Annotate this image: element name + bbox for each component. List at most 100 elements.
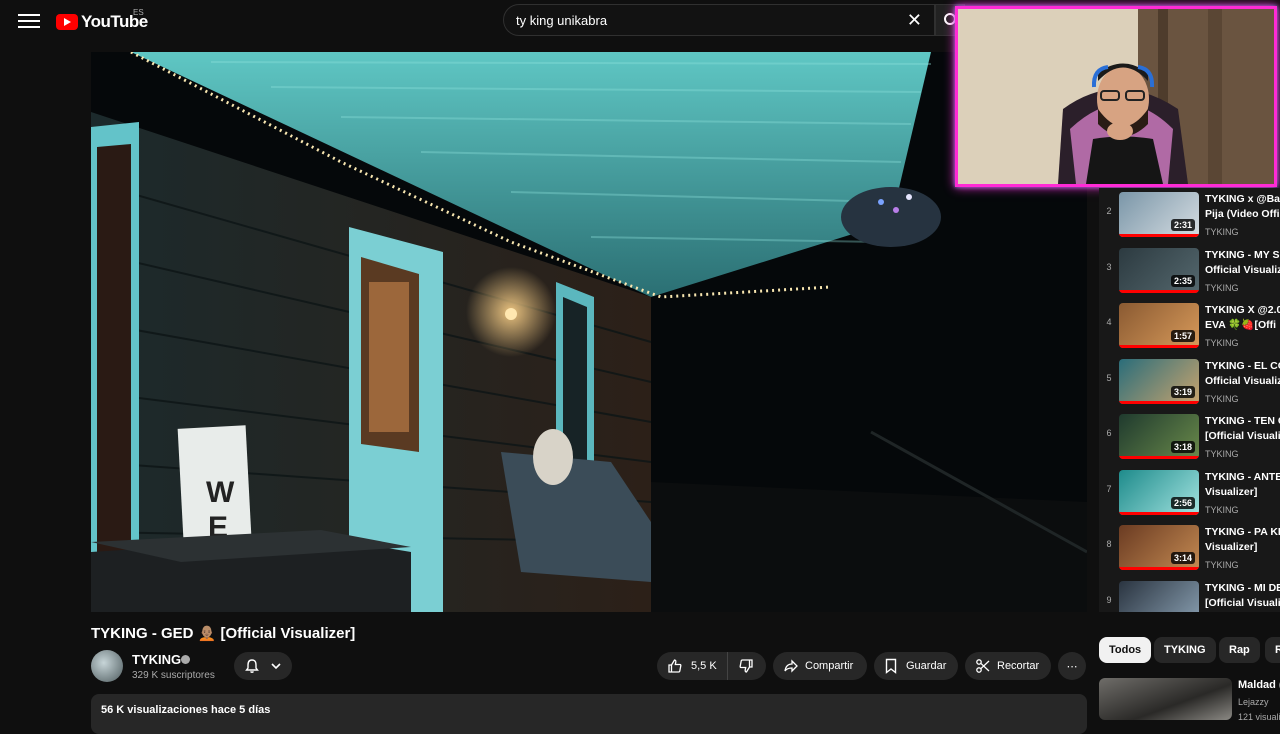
playlist-channel: TYKING [1205,504,1239,515]
country-code: ES [133,8,144,17]
playlist-thumbnail[interactable]: 2:31 [1119,192,1199,237]
playlist-thumbnail[interactable]: 1:57 [1119,303,1199,348]
playlist-panel: 2 2:31 TYKING x @Bal Pija (Video Offi TYKING… [1099,188,1280,612]
watched-progress-bar [1119,511,1199,515]
chip-all[interactable]: Todos [1099,637,1152,663]
playlist-title-line: Official Visualiz [1205,374,1280,387]
playlist-channel: TYKING [1205,449,1239,459]
playlist-thumbnail[interactable]: 2:35 [1119,247,1199,293]
playlist-title[interactable]: TYKING - MI DE [Official Visuali [1205,581,1280,611]
channel-avatar[interactable] [91,650,123,682]
playlist-item[interactable]: 8 3:14 TYKING - PA KE Visualizer] TYKING [1099,521,1280,577]
playlist-title-line: TYKING - EL CO [1205,359,1280,372]
playlist-index: 9 [1106,594,1112,605]
share-button[interactable]: Compartir [773,652,867,680]
playlist-title-line: TYKING - MI DE [1205,581,1280,594]
chip-rap[interactable]: Rap [1219,637,1260,663]
playlist-title-line: TYKING - TEN C [1205,415,1280,427]
playlist-thumbnail[interactable] [1119,580,1199,612]
playlist-title[interactable]: TYKING X @2.0 EVA 🍀🍓[Offi [1205,303,1280,333]
playlist-title-line: [Official Visuali [1205,430,1280,442]
search-box[interactable]: ✕ [503,4,935,36]
playlist-title[interactable]: TYKING - ANTE Visualizer] [1205,470,1280,500]
watched-progress-bar [1119,456,1199,459]
playlist-channel: TYKING [1205,560,1239,570]
playlist-title-line: Official Visualiz [1205,263,1280,276]
bookmark-icon [885,658,897,674]
playlist-thumbnail[interactable]: 3:18 [1119,414,1199,459]
playlist-index: 4 [1106,317,1112,327]
watched-progress-bar [1119,400,1199,404]
streamer-image [958,9,1274,184]
playlist-title-line: EVA 🍀🍓[Offi [1205,319,1277,331]
like-dislike-group: 5,5 K [657,652,766,680]
playlist-item[interactable]: 7 2:56 TYKING - ANTE Visualizer] TYKING [1099,466,1280,522]
playlist-item[interactable]: 6 3:18 TYKING - TEN C [Official Visuali TYKI… [1099,410,1280,466]
duration-badge: 3:14 [1170,552,1195,564]
notification-bell-button[interactable] [234,652,292,680]
clip-label: Recortar [997,660,1040,672]
playlist-channel: TYKING [1205,338,1239,348]
playlist-title[interactable]: TYKING - TEN C [Official Visuali [1205,414,1280,444]
playlist-title[interactable]: TYKING - EL CO Official Visualiz [1205,359,1280,389]
recommended-thumbnail[interactable] [1099,678,1232,720]
chip-next[interactable]: R [1265,637,1280,663]
clip-button[interactable]: Recortar [965,652,1051,680]
like-count: 5,5 K [691,660,717,672]
video-player[interactable]: W E [91,52,1087,612]
sign-text: W [206,476,235,509]
description-box[interactable]: 56 K visualizaciones hace 5 días [91,694,1087,734]
like-button[interactable]: 5,5 K [657,652,728,680]
recommended-title[interactable]: Maldad ( [1238,679,1280,691]
duration-badge: 2:35 [1170,274,1195,287]
playlist-thumbnail[interactable]: 2:56 [1119,469,1199,515]
playlist-title-line: TYKING X @2.0 [1205,304,1280,316]
youtube-logo[interactable]: YouTube ES [56,8,148,34]
watched-progress-bar [1119,234,1199,237]
playlist-item[interactable]: 5 3:19 TYKING - EL CO Official Visualiz TYKI… [1099,355,1280,411]
playlist-index: 3 [1106,261,1112,272]
watched-progress-bar [1119,345,1199,348]
playlist-title[interactable]: TYKING x @Bal Pija (Video Offi [1205,192,1280,222]
duration-badge: 2:31 [1170,219,1195,231]
scissors-icon [976,659,990,673]
channel-name[interactable]: TYKING [132,652,181,667]
dislike-button[interactable] [728,652,764,680]
verified-icon [181,655,190,664]
playlist-item[interactable]: 2 2:31 TYKING x @Bal Pija (Video Offi TYKING [1099,188,1280,244]
recommended-views: 121 visualiza [1238,712,1280,722]
more-actions-button[interactable]: ⋯ [1058,652,1086,680]
playlist-title-line: [Official Visuali [1205,596,1280,609]
watched-progress-bar [1119,567,1199,570]
thumbs-down-icon [739,659,753,673]
clear-search-icon[interactable]: ✕ [907,11,922,29]
playlist-channel: TYKING [1205,393,1239,404]
playlist-title-line: TYKING x @Bal [1205,193,1280,205]
playlist-thumbnail[interactable]: 3:14 [1119,525,1199,570]
playlist-title-line: TYKING - MY S [1205,248,1280,261]
duration-badge: 3:19 [1170,385,1195,398]
webcam-overlay [955,6,1277,187]
playlist-title-line: TYKING - PA KE [1205,526,1280,538]
playlist-title[interactable]: TYKING - PA KE Visualizer] [1205,525,1280,555]
search-input[interactable] [516,12,907,28]
playlist-index: 7 [1106,483,1112,494]
save-label: Guardar [906,660,947,672]
playlist-index: 2 [1106,206,1112,216]
video-title: TYKING - GED 🧑🏽‍🦲 [Official Visualizer] [91,625,356,642]
duration-badge: 2:56 [1170,496,1195,509]
chip-tyking[interactable]: TYKING [1154,637,1216,663]
playlist-thumbnail[interactable]: 3:19 [1119,358,1199,404]
more-icon: ⋯ [1066,660,1078,673]
playlist-item[interactable]: 3 2:35 TYKING - MY S Official Visualiz TYKIN… [1099,244,1280,300]
playlist-channel: TYKING [1205,227,1239,237]
playlist-item[interactable]: 9 TYKING - MI DE [Official Visuali [1099,577,1280,612]
menu-icon[interactable] [18,10,40,32]
save-button[interactable]: Guardar [874,652,958,680]
playlist-index: 5 [1106,372,1112,383]
playlist-item[interactable]: 4 1:57 TYKING X @2.0 EVA 🍀🍓[Offi TYKING [1099,299,1280,355]
subscriber-count: 329 K suscriptores [132,670,215,681]
bell-icon [245,659,259,673]
playlist-title[interactable]: TYKING - MY S Official Visualiz [1205,248,1280,278]
playlist-title-line: Pija (Video Offi [1205,208,1280,220]
